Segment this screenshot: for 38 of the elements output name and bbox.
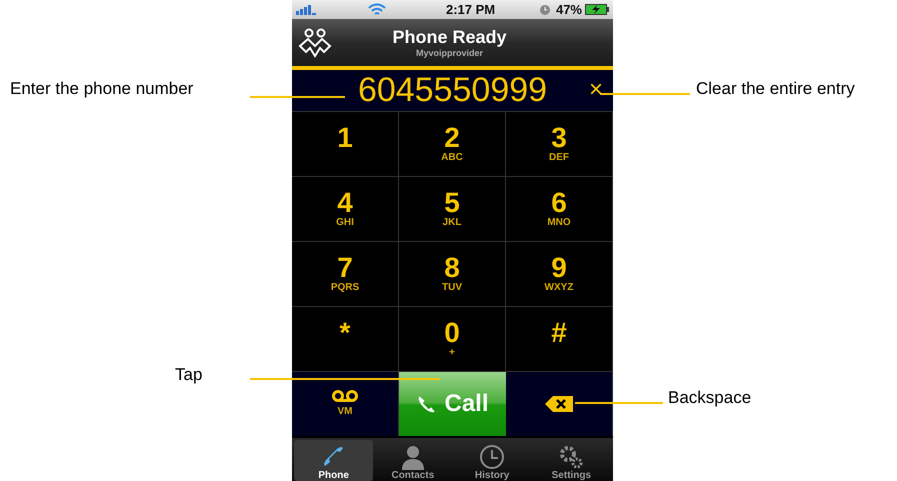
backspace-button[interactable] bbox=[506, 372, 613, 436]
phone-number: 6045550999 bbox=[358, 71, 548, 110]
callout-label: Backspace bbox=[668, 388, 752, 408]
dial-key[interactable]: 7 PQRS bbox=[292, 242, 399, 306]
wifi-icon bbox=[368, 3, 386, 16]
callout-label: Enter the phone number bbox=[10, 79, 194, 99]
dial-key[interactable]: # bbox=[506, 306, 613, 371]
clock-icon bbox=[540, 4, 550, 15]
dial-key[interactable]: 9 WXYZ bbox=[506, 242, 613, 306]
callout-label: Tap bbox=[175, 365, 202, 385]
backspace-icon bbox=[545, 396, 573, 412]
gears-icon bbox=[558, 444, 584, 470]
tab[interactable]: Contacts bbox=[373, 440, 452, 481]
dial-key[interactable]: 4 GHI bbox=[292, 176, 399, 241]
dial-key[interactable]: 8 TUV bbox=[399, 242, 506, 306]
dial-key[interactable]: 6 MNO bbox=[506, 176, 613, 241]
battery-charging-icon bbox=[585, 4, 609, 16]
dial-key[interactable]: 5 JKL bbox=[399, 176, 506, 241]
tab[interactable]: Phone bbox=[294, 440, 374, 481]
signal-icon bbox=[296, 4, 318, 15]
dial-key[interactable]: * bbox=[292, 306, 399, 371]
clock-icon bbox=[479, 444, 506, 470]
tab[interactable]: History bbox=[452, 440, 532, 481]
voicemail-button[interactable]: VM bbox=[292, 372, 399, 436]
callout-label: Clear the entire entry bbox=[696, 79, 855, 99]
clear-button[interactable]: × bbox=[588, 76, 603, 104]
dial-key[interactable]: 3 DEF bbox=[506, 112, 613, 176]
voicemail-icon bbox=[332, 390, 358, 402]
tab[interactable]: Settings bbox=[532, 440, 611, 481]
status-time: 2:17 PM bbox=[446, 2, 496, 18]
battery-percent: 47% bbox=[556, 2, 582, 18]
person-silhouette-icon bbox=[400, 444, 426, 470]
dial-key[interactable]: 2 ABC bbox=[399, 112, 506, 176]
dial-key[interactable]: 1 bbox=[292, 112, 399, 176]
provider-name: Myvoipprovider bbox=[416, 48, 483, 58]
dial-key[interactable]: 0 + bbox=[399, 306, 506, 371]
screen-title: Phone Ready bbox=[392, 27, 507, 48]
people-icon bbox=[298, 28, 332, 58]
